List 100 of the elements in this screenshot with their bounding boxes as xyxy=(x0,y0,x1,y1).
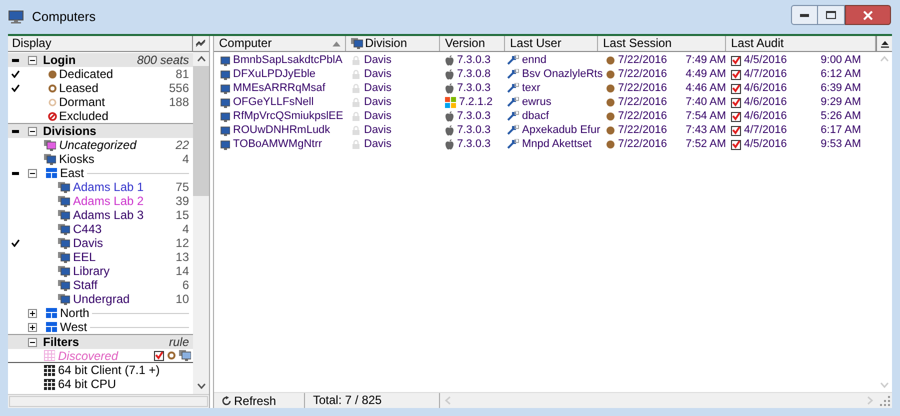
table-cell-text: Davis xyxy=(364,52,392,68)
collapse-toggle-icon[interactable] xyxy=(28,126,37,136)
column-header[interactable]: Last User xyxy=(505,36,598,51)
table-cell-text: 4/7/2016 xyxy=(744,66,788,82)
table-cell-text: 4/6/2016 xyxy=(744,94,788,110)
table-cell-text: Davis xyxy=(364,136,392,152)
expand-toggle-icon[interactable] xyxy=(28,308,37,318)
table-cell-text: 9:00 AM xyxy=(820,52,861,68)
item-count: 4 xyxy=(182,151,190,168)
computers-icon xyxy=(58,252,70,262)
maximize-button[interactable] xyxy=(818,5,845,25)
computers-icon xyxy=(58,196,70,206)
item-count: 14 xyxy=(176,263,190,280)
table-cell-text: 7.3.0.3 xyxy=(457,80,491,96)
checkmark-icon[interactable] xyxy=(10,70,20,78)
table-cell-text: DFXuLPDJyEble xyxy=(233,66,316,82)
monitor-icon xyxy=(218,124,230,136)
monitor-icon xyxy=(218,82,230,94)
table-cell-text: Davis xyxy=(364,122,392,138)
filled-dot-icon xyxy=(606,70,615,78)
column-header[interactable]: Last Audit xyxy=(726,36,876,51)
table-cell-text: RfMpVrcQSmiukpslEE xyxy=(233,108,344,124)
computers-icon xyxy=(58,210,70,220)
scrollbar[interactable] xyxy=(193,52,209,394)
computers-icon xyxy=(58,238,70,248)
table-cell-text: Davis xyxy=(364,80,392,96)
checkbox-icon xyxy=(731,54,741,66)
user-link-icon xyxy=(507,111,519,121)
table-cell-text: 9:29 AM xyxy=(820,94,861,110)
table-cell-text: 7:40 AM xyxy=(684,94,726,110)
table-cell-text: 7:43 AM xyxy=(684,122,726,138)
table-cell-text: Davis xyxy=(364,66,392,82)
column-header[interactable]: Computer xyxy=(214,36,346,51)
table-cell-text: BmnbSapLsakdtcPblA xyxy=(233,52,342,68)
item-count: 188 xyxy=(168,94,190,111)
window-title: Computers xyxy=(32,8,96,26)
filled-dot-icon xyxy=(606,140,615,148)
expand-toggle-icon[interactable] xyxy=(28,322,37,332)
chart-line-icon[interactable] xyxy=(196,39,206,47)
collapse-toggle-icon[interactable] xyxy=(28,168,37,178)
table-cell-text: Davis xyxy=(364,108,392,124)
table-cell-text: 7/22/2016 xyxy=(618,80,668,96)
filled-dot-icon xyxy=(606,98,615,106)
minus-icon[interactable] xyxy=(12,58,18,62)
table-cell-text: 7.3.0.3 xyxy=(457,136,491,152)
grid-icon xyxy=(44,378,55,390)
table-cell-text: 4/7/2016 xyxy=(744,122,788,138)
table-cell-text: 4/6/2016 xyxy=(744,80,788,96)
table-cell-text: OFGeYLLFsNell xyxy=(233,94,314,110)
grid-icon xyxy=(44,350,55,361)
maximize-icon xyxy=(826,11,836,19)
collapse-toggle-icon[interactable] xyxy=(28,338,37,346)
lock-icon xyxy=(352,140,360,148)
minimize-button[interactable] xyxy=(791,5,818,25)
table-cell-text: ROUwDNHRmLudk xyxy=(233,122,330,138)
user-link-icon xyxy=(507,55,519,65)
checkmark-icon[interactable] xyxy=(10,84,20,92)
minus-icon[interactable] xyxy=(12,130,18,132)
monitor-icon xyxy=(8,10,24,24)
column-header[interactable]: Version xyxy=(440,36,505,51)
minimize-icon xyxy=(800,14,809,16)
collapse-toggle-icon[interactable] xyxy=(28,56,37,64)
filled-dot-icon xyxy=(606,112,615,120)
table-cell-text: Apxekadub Efur xyxy=(522,122,600,138)
input-field[interactable] xyxy=(9,396,208,407)
checkmark-icon[interactable] xyxy=(10,239,20,247)
checkbox-icon xyxy=(731,124,741,136)
table-cell-text: 4:46 AM xyxy=(684,80,726,96)
table-cell-text: texr xyxy=(522,80,540,96)
table-cell-text: 7.2.1.2 xyxy=(459,94,493,110)
table-cell-text: 6:39 AM xyxy=(820,80,861,96)
computers-icon xyxy=(58,266,70,276)
section-note: 800 seats xyxy=(136,52,190,69)
checkbox-icon xyxy=(731,138,741,150)
item-count: 15 xyxy=(176,207,190,224)
section-note: rule xyxy=(168,334,190,351)
monitor-icon xyxy=(218,110,230,122)
scroll-up-icon[interactable] xyxy=(196,56,206,62)
user-link-icon xyxy=(507,125,519,135)
column-chooser-button[interactable] xyxy=(876,36,892,51)
table-cell-text: 4/5/2016 xyxy=(744,52,788,68)
scroll-down-icon[interactable] xyxy=(196,383,206,389)
table-cell-text: 4/5/2016 xyxy=(744,136,788,152)
checkbox-icon xyxy=(154,350,164,361)
checkbox-icon xyxy=(731,96,741,108)
filled-dot-icon xyxy=(48,70,57,78)
table-cell-text: 6:17 AM xyxy=(820,122,861,138)
table-cell-text: 7.3.0.3 xyxy=(457,52,491,68)
close-button[interactable] xyxy=(845,5,891,25)
lock-icon xyxy=(352,70,360,78)
column-header[interactable]: Last Session xyxy=(598,36,726,51)
ring-icon xyxy=(167,351,176,360)
minus-icon[interactable] xyxy=(12,172,18,174)
refresh-button[interactable]: Refresh xyxy=(214,393,305,408)
computers-icon xyxy=(58,182,70,192)
user-link-icon xyxy=(507,69,519,79)
column-header[interactable]: Division xyxy=(346,36,440,51)
resize-grip-icon[interactable] xyxy=(880,396,890,406)
user-link-icon xyxy=(507,139,519,149)
grid-icon xyxy=(44,364,55,376)
